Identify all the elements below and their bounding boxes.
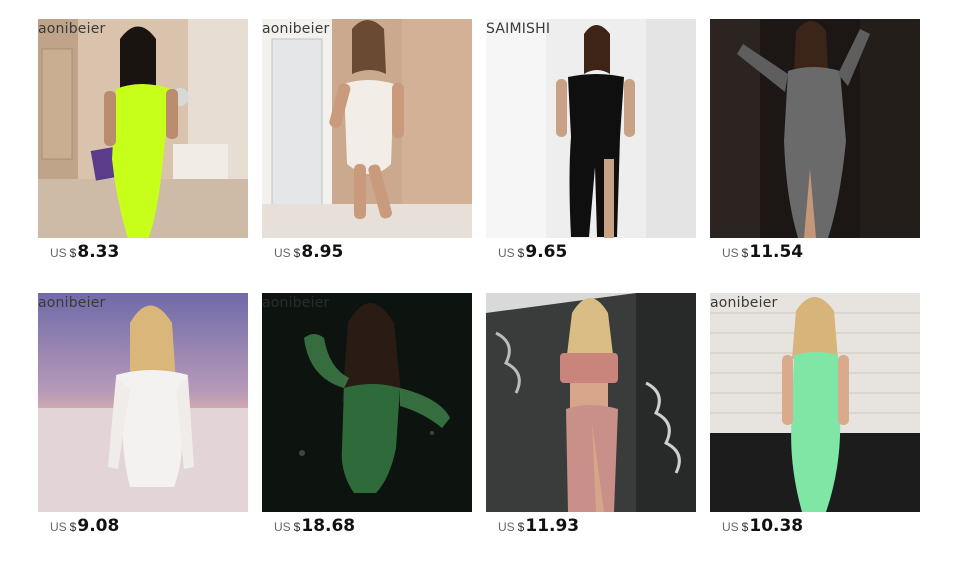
product-photo [486, 19, 696, 238]
product-image[interactable] [262, 19, 472, 238]
product-card[interactable]: aonibeier US $ 18.68 [262, 293, 472, 543]
brand-watermark: aonibeier [262, 21, 330, 37]
product-image[interactable] [486, 19, 696, 238]
currency-symbol: $ [293, 520, 301, 534]
currency-code: US [274, 520, 291, 534]
product-photo [710, 293, 920, 512]
currency-code: US [274, 246, 291, 260]
product-card[interactable]: aonibeier US $ 10.38 [710, 293, 920, 543]
brand-watermark: aonibeier [262, 295, 330, 311]
currency-code: US [498, 246, 515, 260]
currency-code: US [50, 246, 67, 260]
product-image[interactable] [486, 293, 696, 512]
currency-code: US [722, 246, 739, 260]
product-price: US $ 9.08 [50, 516, 119, 538]
currency-symbol: $ [69, 520, 77, 534]
product-card[interactable]: aonibeier US $ 9.08 [38, 293, 248, 543]
price-amount: 8.33 [77, 242, 120, 262]
currency-code: US [50, 520, 67, 534]
currency-symbol: $ [517, 246, 525, 260]
product-photo [710, 19, 920, 238]
product-card[interactable]: aonibeier US $ 8.33 [38, 19, 248, 269]
product-price: US $ 8.33 [50, 242, 119, 264]
brand-watermark: aonibeier [38, 295, 106, 311]
product-image[interactable] [38, 19, 248, 238]
price-amount: 11.93 [525, 516, 580, 536]
price-amount: 9.08 [77, 516, 120, 536]
currency-code: US [498, 520, 515, 534]
product-price: US $ 10.38 [722, 516, 803, 538]
product-image[interactable] [262, 293, 472, 512]
product-image[interactable] [710, 19, 920, 238]
product-price: US $ 9.65 [498, 242, 567, 264]
product-photo [38, 19, 248, 238]
product-photo [38, 293, 248, 512]
currency-symbol: $ [69, 246, 77, 260]
product-photo [486, 293, 696, 512]
brand-watermark: aonibeier [710, 295, 778, 311]
currency-symbol: $ [741, 246, 749, 260]
product-photo [262, 293, 472, 512]
product-price: US $ 11.93 [498, 516, 579, 538]
currency-symbol: $ [741, 520, 749, 534]
product-price: US $ 18.68 [274, 516, 355, 538]
currency-symbol: $ [517, 520, 525, 534]
price-amount: 8.95 [301, 242, 344, 262]
brand-watermark: aonibeier [38, 21, 106, 37]
price-amount: 18.68 [301, 516, 356, 536]
product-card[interactable]: US $ 11.93 [486, 293, 696, 543]
product-grid: aonibeier US $ 8.33 aonibeier US $ 8.95 … [0, 0, 958, 571]
price-amount: 10.38 [749, 516, 804, 536]
brand-watermark: SAIMISHI [486, 21, 551, 37]
price-amount: 11.54 [749, 242, 804, 262]
product-image[interactable] [38, 293, 248, 512]
product-image[interactable] [710, 293, 920, 512]
product-price: US $ 8.95 [274, 242, 343, 264]
product-card[interactable]: SAIMISHI US $ 9.65 [486, 19, 696, 269]
product-photo [262, 19, 472, 238]
currency-code: US [722, 520, 739, 534]
price-amount: 9.65 [525, 242, 568, 262]
product-card[interactable]: US $ 11.54 [710, 19, 920, 269]
currency-symbol: $ [293, 246, 301, 260]
product-card[interactable]: aonibeier US $ 8.95 [262, 19, 472, 269]
product-price: US $ 11.54 [722, 242, 803, 264]
